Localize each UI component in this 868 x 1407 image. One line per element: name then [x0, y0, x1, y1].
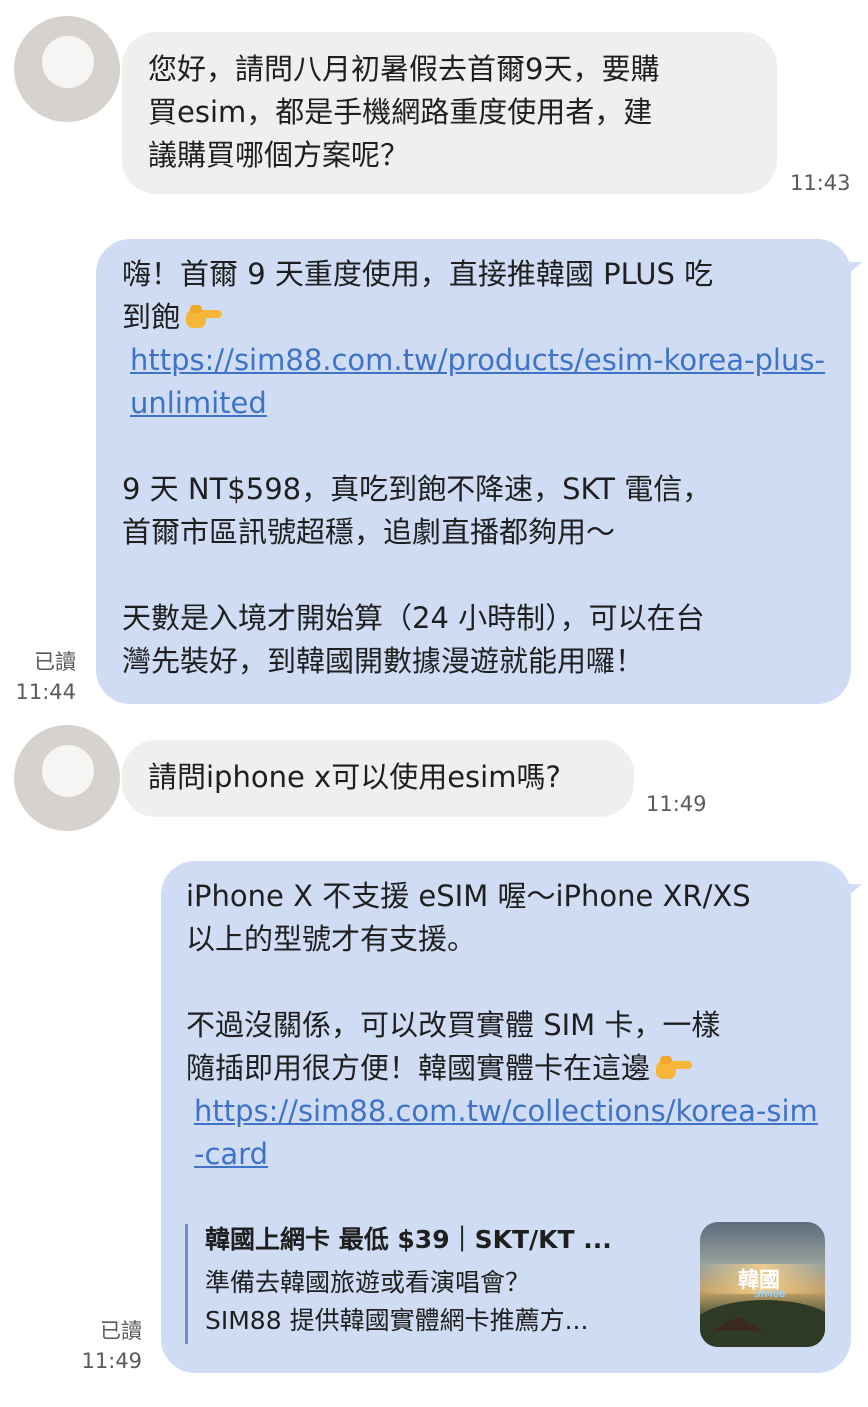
message-line: 到飽: [122, 296, 825, 339]
preview-thumbnail[interactable]: 韓國 SIM88: [700, 1222, 825, 1347]
read-receipt: 已讀 11:49: [80, 1316, 142, 1376]
message-line: 首爾市區訊號超穩，追劇直播都夠用～: [122, 515, 616, 549]
collection-link[interactable]: https://sim88.com.tw/collections/korea-s…: [194, 1094, 818, 1171]
message-line: 議購買哪個方案呢？: [148, 138, 410, 172]
preview-title: 韓國上網卡 最低 $39｜SKT/KT ...: [205, 1225, 612, 1254]
incoming-message-bubble[interactable]: 您好，請問八月初暑假去首爾9天，要購 買esim，都是手機網路重度使用者，建 議…: [122, 32, 777, 194]
preview-description: 準備去韓國旅遊或看演唱會？: [205, 1268, 531, 1297]
read-label: 已讀: [100, 1319, 142, 1343]
avatar-placeholder-icon: [42, 36, 94, 88]
message-text: 到飽: [122, 300, 181, 334]
message-line: 您好，請問八月初暑假去首爾9天，要購: [148, 52, 660, 86]
message-line: 隨插即用很方便！韓國實體卡在這邊: [186, 1047, 826, 1090]
message-line: iPhone X 不支援 eSIM 喔～iPhone XR/XS: [186, 879, 751, 913]
outgoing-message-bubble[interactable]: 嗨！首爾 9 天重度使用，直接推韓國 PLUS 吃 到飽 https://sim…: [96, 239, 851, 704]
message-line: 請問iphone x可以使用esim嗎?: [148, 760, 561, 794]
message-line: 不過沒關係，可以改買實體 SIM 卡，一樣: [186, 1008, 721, 1042]
pointing-right-icon: [656, 1056, 693, 1082]
link-preview-card[interactable]: 韓國上網卡 最低 $39｜SKT/KT ... 準備去韓國旅遊或看演唱會？ SI…: [185, 1220, 825, 1348]
message-timestamp: 11:49: [81, 1349, 142, 1373]
read-receipt: 已讀 11:44: [14, 647, 76, 707]
bubble-tail: [846, 884, 862, 898]
message-timestamp: 11:43: [790, 171, 851, 195]
message-text: 隨插即用很方便！韓國實體卡在這邊: [186, 1051, 651, 1085]
pointing-right-icon: [186, 305, 223, 331]
message-line: 買esim，都是手機網路重度使用者，建: [148, 95, 653, 129]
message-line: 9 天 NT$598，真吃到飽不降速，SKT 電信，: [122, 472, 712, 506]
message-line: 天數是入境才開始算（24 小時制），可以在台: [122, 601, 705, 635]
incoming-message-bubble[interactable]: 請問iphone x可以使用esim嗎?: [122, 740, 634, 817]
preview-accent-bar: [185, 1224, 188, 1344]
avatar-placeholder-icon: [42, 745, 94, 797]
product-link[interactable]: https://sim88.com.tw/products/esim-korea…: [130, 343, 825, 420]
message-line: 灣先裝好，到韓國開數據漫遊就能用囉！: [122, 644, 645, 678]
read-label: 已讀: [34, 650, 76, 674]
preview-description: SIM88 提供韓國實體網卡推薦方...: [205, 1306, 589, 1335]
message-line: 以上的型號才有支援。: [186, 922, 477, 956]
pavilion-roof-shape: [712, 1317, 764, 1331]
bubble-tail: [846, 262, 862, 276]
contact-avatar[interactable]: [14, 725, 120, 831]
contact-avatar[interactable]: [14, 16, 120, 122]
thumbnail-brand: SIM88: [754, 1290, 786, 1300]
message-timestamp: 11:49: [646, 792, 707, 816]
message-line: 嗨！首爾 9 天重度使用，直接推韓國 PLUS 吃: [122, 257, 714, 291]
message-timestamp: 11:44: [15, 680, 76, 704]
